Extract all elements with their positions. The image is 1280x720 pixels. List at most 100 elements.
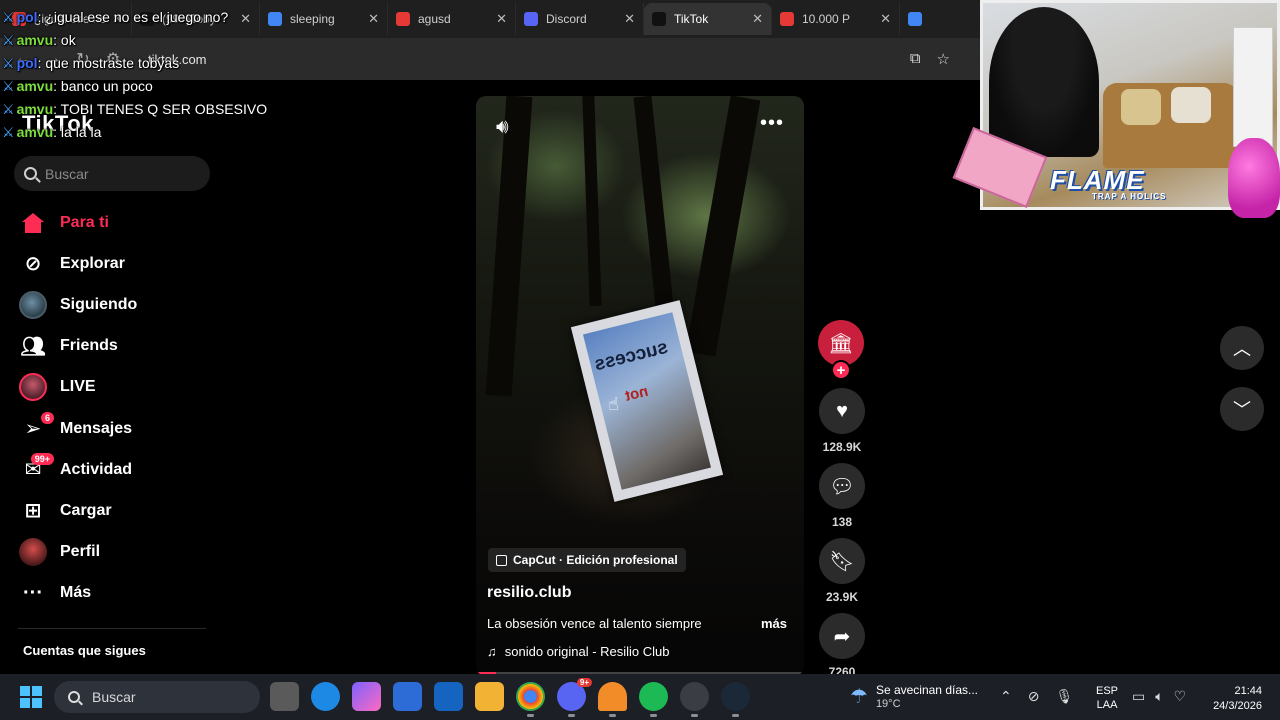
browser-tab[interactable]: sleeping ✕ xyxy=(260,3,388,35)
steam-icon[interactable] xyxy=(721,682,750,717)
share-icon[interactable]: ➦ xyxy=(819,613,865,659)
search-input[interactable]: Buscar xyxy=(14,156,210,191)
tab-close-icon[interactable]: ✕ xyxy=(496,11,507,27)
friends-icon: 👥︎ xyxy=(20,335,46,358)
bookmark-icon[interactable]: 🔖︎ xyxy=(819,538,865,584)
weather-temp: 19°C xyxy=(875,698,901,710)
more-options-icon[interactable]: ••• xyxy=(760,112,784,135)
pink-figure-sticker xyxy=(1228,138,1280,218)
windows-start-icon[interactable] xyxy=(20,686,42,708)
tab-favicon-icon xyxy=(396,12,410,26)
tab-favicon-icon xyxy=(780,12,794,26)
tree-trunk xyxy=(582,96,602,307)
capcut-badge[interactable]: CapCut · Edición profesional xyxy=(488,548,686,572)
sidebar-item-label: Cargar xyxy=(60,501,112,519)
chevron-up-icon[interactable]: ⌃ xyxy=(1000,688,1012,705)
heart-icon[interactable]: ♥ xyxy=(819,388,865,434)
network-icon[interactable]: ▭ xyxy=(1132,688,1145,705)
location-off-icon[interactable]: ⊘ xyxy=(1028,688,1040,705)
sidebar-item-friends[interactable]: 👥︎ Friends xyxy=(18,326,208,367)
chat-badge-icon: ⚔ xyxy=(2,32,15,48)
sidebar-item-compass[interactable]: ⊘ Explorar xyxy=(18,243,208,284)
chat-badge-icon: ⚔ xyxy=(2,9,15,25)
comment-action[interactable]: 💬︎ 138 xyxy=(818,463,866,530)
copilot-icon[interactable] xyxy=(352,682,381,711)
sidebar-item-profile-avatar[interactable]: Perfil xyxy=(18,532,208,573)
chat-message: ⚔ amvu: TOBI TENES Q SER OBSESIVO xyxy=(2,101,268,117)
tree-trunk xyxy=(633,96,677,337)
description-more-button[interactable]: más xyxy=(761,616,787,631)
discord-icon[interactable]: 9+ xyxy=(557,678,592,717)
clock[interactable]: 21:44 24/3/2026 xyxy=(1206,684,1262,714)
chrome-icon[interactable] xyxy=(516,682,545,717)
chat-message: ⚔ amvu: banco un poco xyxy=(2,78,153,94)
obs-icon[interactable] xyxy=(680,682,709,717)
taskbar: Buscar 9+ ☂ Se avecinan días... 19°C ⌃ ⊘… xyxy=(0,674,1280,720)
outlook-icon[interactable] xyxy=(434,682,463,711)
fridge xyxy=(1233,27,1273,147)
search-icon xyxy=(68,691,80,703)
volume-icon[interactable]: 🔈︎ xyxy=(1155,688,1163,705)
video-description: La obsesión vence al talento siempre xyxy=(487,616,702,631)
tab-close-icon[interactable]: ✕ xyxy=(368,11,379,27)
sidebar-item-messages[interactable]: ➢ 6 Mensajes xyxy=(18,408,208,449)
chevron-up-icon: ︿ xyxy=(1233,339,1251,359)
video-player[interactable]: success not 🔊︎ ••• CapCut · Edición prof… xyxy=(476,96,804,676)
store-icon[interactable] xyxy=(393,682,422,711)
sidebar-item-upload[interactable]: ⊞ Cargar xyxy=(18,490,208,531)
rain-cloud-icon: ☂ xyxy=(850,686,868,708)
pillow xyxy=(1171,87,1211,123)
sidebar-item-label: Friends xyxy=(60,337,118,355)
browser-tab[interactable]: TikTok ✕ xyxy=(644,3,772,35)
tab-favicon-icon xyxy=(652,12,666,26)
chat-username: pol xyxy=(16,55,38,71)
soundcloud-icon[interactable] xyxy=(598,682,627,717)
tab-favicon-icon xyxy=(268,12,282,26)
sidebar-item-following-avatar[interactable]: Siguiendo xyxy=(18,284,208,325)
follow-plus-button[interactable]: + xyxy=(831,360,851,380)
sound-link[interactable]: ♫ sonido original - Resilio Club xyxy=(487,644,670,659)
bookmark-star-icon[interactable]: ☆ xyxy=(937,50,950,68)
browser-tab[interactable]: Discord ✕ xyxy=(516,3,644,35)
task-view-icon[interactable] xyxy=(270,682,299,711)
sidebar-item-home[interactable]: Para ti xyxy=(18,202,208,243)
save-action[interactable]: 🔖︎ 23.9K xyxy=(818,538,866,605)
comment-icon[interactable]: 💬︎ xyxy=(819,463,865,509)
edge-icon[interactable] xyxy=(311,682,340,711)
weather-widget[interactable]: ☂ Se avecinan días... 19°C xyxy=(850,683,978,710)
install-app-icon[interactable]: ⧉ xyxy=(910,50,921,68)
notification-icon[interactable]: ♡ xyxy=(1174,688,1187,705)
microphone-icon[interactable]: 🎙︎ xyxy=(1055,688,1073,705)
chat-username: pol xyxy=(16,9,38,25)
share-action[interactable]: ➦ 7260 xyxy=(818,613,866,680)
date: 24/3/2026 xyxy=(1213,700,1262,712)
stream-chat-overlay: ⚔ pol: ¿igual ese no es el juego no? ⚔ amvu… xyxy=(2,6,268,144)
next-video-button[interactable]: ﹀ xyxy=(1220,387,1264,431)
taskbar-search[interactable]: Buscar xyxy=(54,681,260,713)
sidebar-item-label: LIVE xyxy=(60,378,96,396)
tab-label: TikTok xyxy=(674,12,709,26)
browser-tab[interactable]: agusd ✕ xyxy=(388,3,516,35)
chat-message: ⚔ pol: que mostraste tobyas xyxy=(2,55,180,71)
tab-close-icon[interactable]: ✕ xyxy=(624,11,635,27)
sound-label: sonido original - Resilio Club xyxy=(504,644,670,659)
spotify-icon[interactable] xyxy=(639,682,668,717)
tab-close-icon[interactable]: ✕ xyxy=(752,11,763,27)
home-icon xyxy=(18,208,48,238)
previous-video-button[interactable]: ︿ xyxy=(1220,326,1264,370)
sidebar-item-activity[interactable]: ✉ 99+ Actividad xyxy=(18,449,208,490)
browser-tab[interactable]: 10.000 P ✕ xyxy=(772,3,900,35)
creator-avatar[interactable]: 🏛︎ + xyxy=(818,320,864,380)
video-author[interactable]: resilio.club xyxy=(487,584,571,602)
sidebar-item-live-avatar[interactable]: LIVE xyxy=(18,367,208,408)
like-action[interactable]: ♥ 128.9K xyxy=(818,388,866,455)
language-code: ESP xyxy=(1096,685,1119,697)
following-accounts-title: Cuentas que sigues xyxy=(23,643,146,658)
file-explorer-icon[interactable] xyxy=(475,682,504,711)
language-indicator[interactable]: ESP LAA xyxy=(1096,684,1118,712)
hand-cursor-icon: ☝ xyxy=(608,394,619,414)
sidebar-item-more[interactable]: ··· Más xyxy=(18,573,208,614)
profile-avatar-icon xyxy=(18,537,48,567)
tab-close-icon[interactable]: ✕ xyxy=(880,11,891,27)
volume-icon[interactable]: 🔊︎ xyxy=(496,116,509,139)
